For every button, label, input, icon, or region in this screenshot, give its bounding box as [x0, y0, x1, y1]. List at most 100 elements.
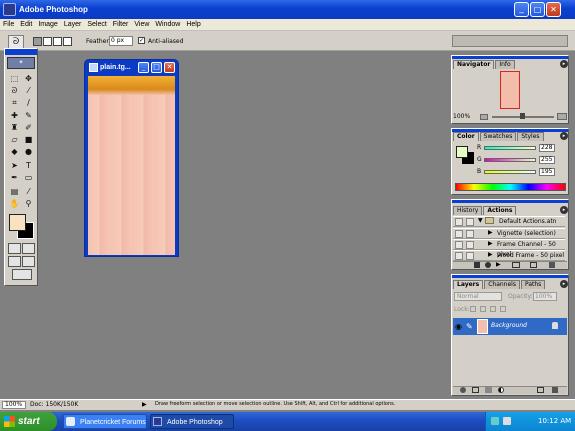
tab-info[interactable]: Info: [495, 60, 515, 69]
type-tool-icon[interactable]: T: [22, 160, 35, 171]
action-toggle-checkbox[interactable]: [455, 252, 463, 260]
photoshop-app-icon[interactable]: [3, 3, 16, 16]
eraser-tool-icon[interactable]: ▱: [8, 134, 21, 145]
quick-mask-icon[interactable]: [22, 243, 35, 254]
menu-file[interactable]: File: [0, 19, 17, 31]
panel-menu-icon[interactable]: ▸: [560, 132, 568, 140]
palette-well[interactable]: [452, 35, 568, 47]
trash-icon[interactable]: [549, 262, 555, 268]
tab-actions[interactable]: Actions: [483, 206, 517, 215]
menu-layer[interactable]: Layer: [61, 19, 85, 31]
lasso-tool-icon[interactable]: ᘐ: [8, 85, 21, 96]
subtract-selection-icon[interactable]: [53, 37, 62, 46]
add-mask-icon[interactable]: [472, 387, 479, 393]
crop-tool-icon[interactable]: ⌗: [8, 97, 21, 108]
tab-history[interactable]: History: [453, 206, 483, 215]
intersect-selection-icon[interactable]: [63, 37, 72, 46]
task-photoshop[interactable]: Adobe Photoshop: [150, 414, 234, 429]
jump-to-imageready-icon[interactable]: [12, 269, 32, 280]
navigator-thumbnail[interactable]: [500, 71, 520, 109]
zoom-tool-icon[interactable]: ⚲: [22, 198, 35, 209]
menu-select[interactable]: Select: [84, 19, 109, 31]
foreground-color-swatch[interactable]: [9, 214, 26, 231]
healing-brush-icon[interactable]: ✚: [8, 110, 21, 121]
clone-stamp-icon[interactable]: ♜: [8, 122, 21, 133]
stop-icon[interactable]: [474, 262, 480, 268]
tab-swatches[interactable]: Swatches: [479, 132, 517, 141]
layers-panel-header[interactable]: [452, 275, 568, 278]
blue-slider[interactable]: [484, 170, 536, 174]
slice-tool-icon[interactable]: ∕: [22, 97, 35, 108]
panel-menu-icon[interactable]: ▸: [560, 206, 568, 214]
record-icon[interactable]: [485, 262, 491, 268]
zoom-out-icon[interactable]: [480, 114, 488, 120]
path-selection-icon[interactable]: ➤: [8, 160, 21, 171]
task-planetcricket[interactable]: Planetcricket Forums ...: [63, 414, 147, 429]
layer-style-icon[interactable]: [460, 387, 466, 393]
minimize-button[interactable]: _: [514, 2, 529, 17]
expand-arrow-icon[interactable]: ▶: [488, 251, 493, 258]
navigator-zoom[interactable]: 100%: [453, 113, 470, 120]
new-action-icon[interactable]: [530, 262, 537, 268]
pen-tool-icon[interactable]: ✒: [8, 172, 21, 183]
status-doc-size[interactable]: Doc: 150K/150K: [30, 401, 78, 408]
tab-color[interactable]: Color: [453, 132, 479, 141]
brush-link-icon[interactable]: ✎: [466, 322, 473, 331]
new-set-icon[interactable]: [512, 262, 520, 268]
magic-wand-icon[interactable]: ⁄: [22, 85, 35, 96]
doc-close-button[interactable]: ✕: [164, 62, 175, 73]
blur-tool-icon[interactable]: ◆: [8, 146, 21, 157]
new-layer-icon[interactable]: [537, 387, 544, 393]
zoom-in-icon[interactable]: [557, 113, 567, 120]
move-tool-icon[interactable]: ✥: [22, 73, 35, 84]
expand-arrow-icon[interactable]: ▶: [488, 240, 493, 247]
red-value[interactable]: 228: [539, 144, 555, 152]
panel-menu-icon[interactable]: ▸: [560, 60, 568, 68]
trash-icon[interactable]: [552, 387, 558, 393]
action-dialog-checkbox[interactable]: [466, 252, 474, 260]
lasso-tool-preset-icon[interactable]: ᘐ: [8, 35, 24, 49]
network-icon[interactable]: [491, 417, 499, 425]
screen-mode-standard-icon[interactable]: [8, 256, 21, 267]
eyedropper-tool-icon[interactable]: ⁄: [22, 186, 35, 197]
screen-mode-full-icon[interactable]: [22, 256, 35, 267]
tab-navigator[interactable]: Navigator: [453, 60, 495, 69]
add-selection-icon[interactable]: [43, 37, 52, 46]
menu-help[interactable]: Help: [183, 19, 203, 31]
color-ramp[interactable]: [455, 183, 566, 191]
lock-pixels-checkbox[interactable]: [480, 306, 486, 312]
dodge-tool-icon[interactable]: ●: [22, 146, 35, 157]
close-button[interactable]: ✕: [546, 2, 561, 17]
standard-mode-icon[interactable]: [8, 243, 21, 254]
tab-styles[interactable]: Styles: [517, 132, 544, 141]
fg-color-chip[interactable]: [456, 146, 468, 158]
lock-position-checkbox[interactable]: [490, 306, 496, 312]
action-dialog-checkbox[interactable]: [466, 230, 474, 238]
status-zoom[interactable]: 100%: [2, 401, 26, 409]
folder-expand-icon[interactable]: ▼: [478, 217, 483, 224]
tab-layers[interactable]: Layers: [453, 280, 484, 289]
marquee-tool-icon[interactable]: ⬚: [8, 73, 21, 84]
action-dialog-checkbox[interactable]: [466, 241, 474, 249]
adobe-online-icon[interactable]: ✦: [7, 57, 35, 69]
feather-input[interactable]: 0 px: [109, 36, 133, 46]
blue-value[interactable]: 195: [539, 168, 555, 176]
menu-edit[interactable]: Edit: [17, 19, 35, 31]
action-toggle-checkbox[interactable]: [455, 218, 463, 226]
status-menu-arrow-icon[interactable]: ▶: [142, 401, 147, 408]
blend-mode-select[interactable]: Normal: [454, 292, 502, 301]
expand-arrow-icon[interactable]: ▶: [488, 229, 493, 236]
new-set-icon[interactable]: [485, 387, 492, 393]
antialiased-checkbox[interactable]: ✓: [138, 37, 145, 44]
lock-transparency-checkbox[interactable]: [470, 306, 476, 312]
notes-tool-icon[interactable]: ▤: [8, 186, 21, 197]
volume-icon[interactable]: [503, 417, 511, 425]
action-dialog-checkbox[interactable]: [466, 218, 474, 226]
action-toggle-checkbox[interactable]: [455, 230, 463, 238]
red-slider[interactable]: [484, 146, 536, 150]
panel-menu-icon[interactable]: ▸: [560, 280, 568, 288]
tab-paths[interactable]: Paths: [520, 280, 546, 289]
navigator-panel-header[interactable]: [452, 56, 568, 59]
tab-channels[interactable]: Channels: [484, 280, 520, 289]
menu-window[interactable]: Window: [152, 19, 183, 31]
